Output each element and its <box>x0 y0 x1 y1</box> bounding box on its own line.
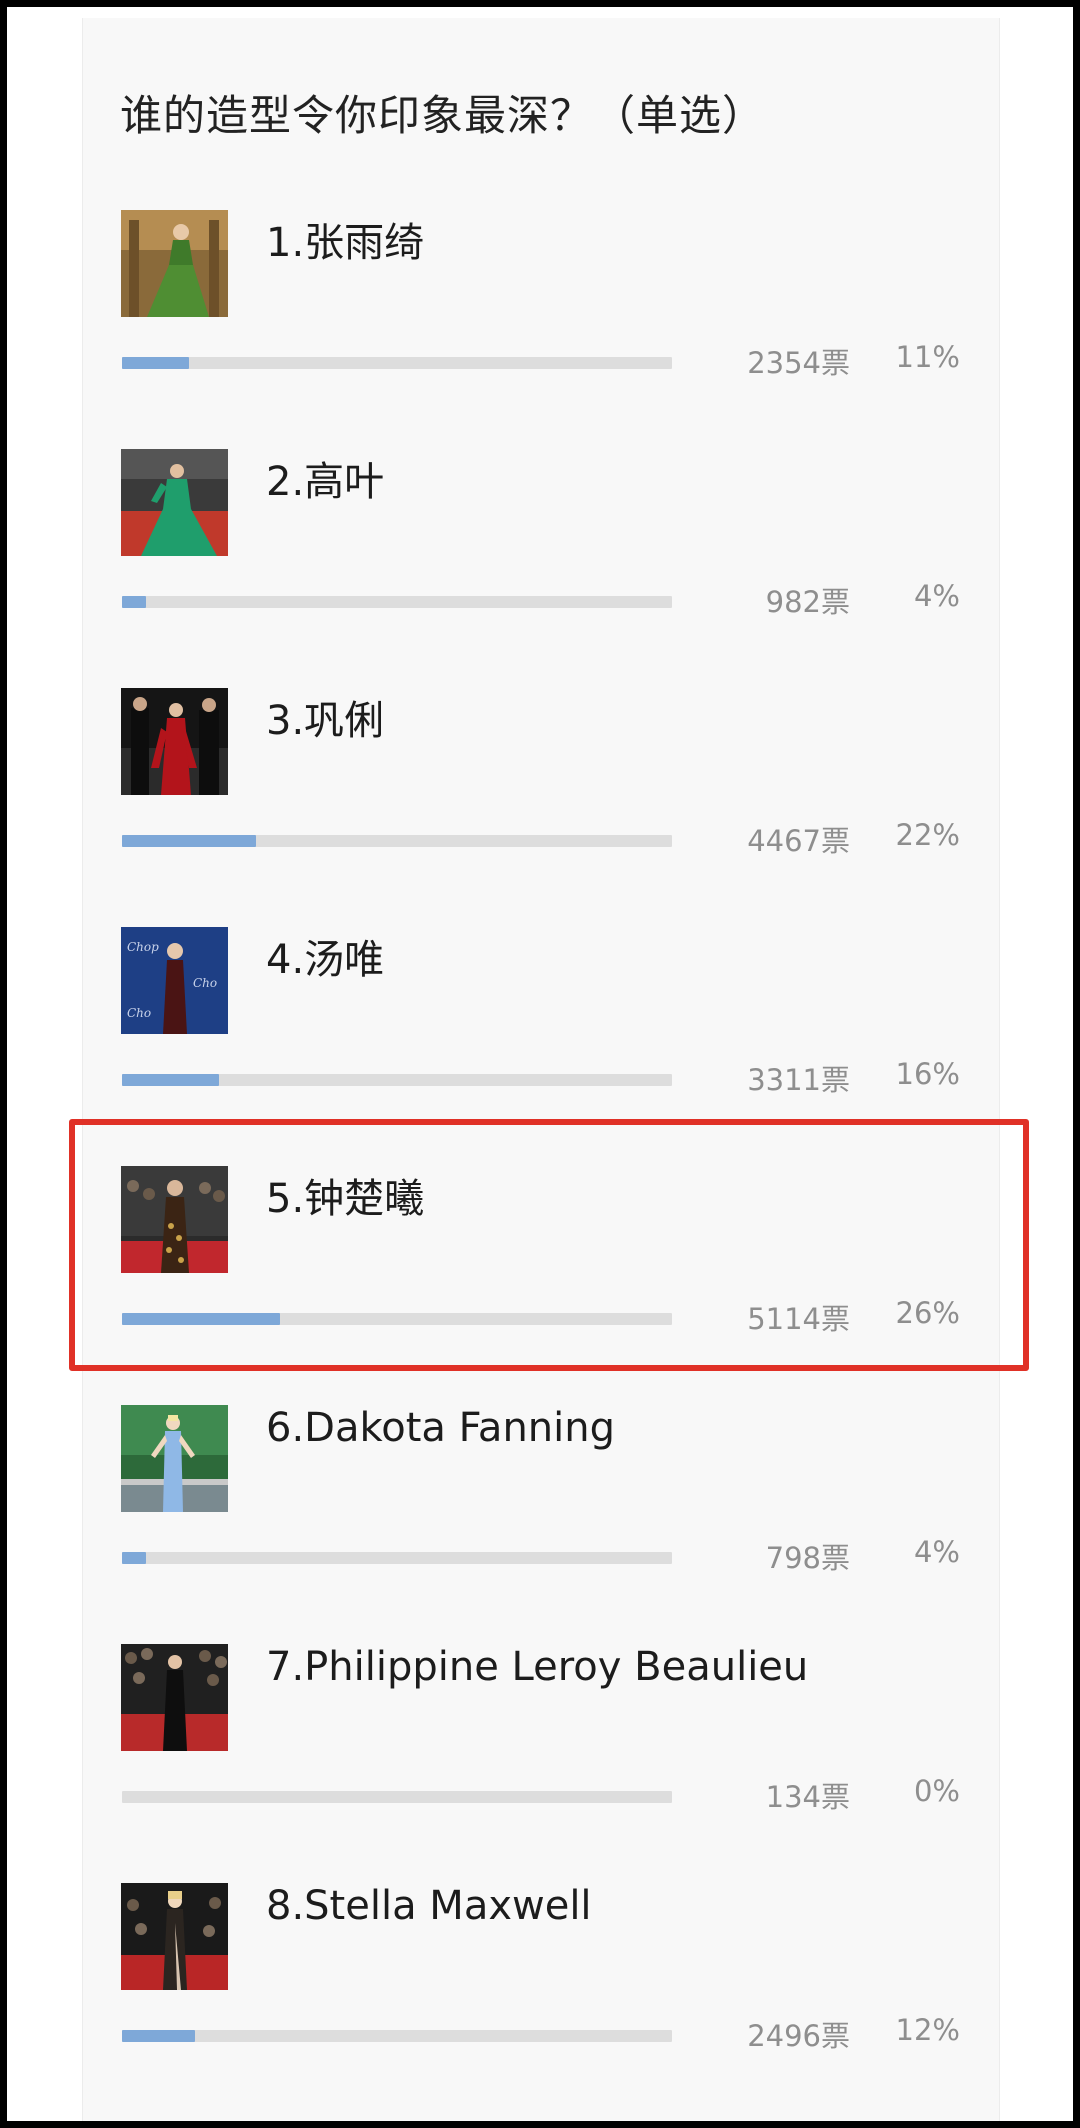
photo-blue-dress-balcony-icon[interactable] <box>121 1405 228 1512</box>
poll-option[interactable]: 8.Stella Maxwell 2496票 12% <box>0 1883 1080 2123</box>
vote-count: 5114票 <box>747 1302 850 1336</box>
vote-percent: 0% <box>913 1774 960 1808</box>
vote-progress-fill <box>122 596 146 608</box>
vote-progress-bar <box>122 1074 672 1086</box>
photo-black-gown-red-carpet-icon[interactable] <box>121 1644 228 1751</box>
vote-percent: 16% <box>895 1057 960 1091</box>
vote-progress-fill <box>122 357 189 369</box>
vote-percent: 12% <box>895 2013 960 2047</box>
option-label: 3.巩俐 <box>266 698 385 744</box>
vote-percent: 4% <box>913 1535 960 1569</box>
vote-count: 982票 <box>765 585 850 619</box>
poll-option[interactable]: 2.高叶 982票 4% <box>0 449 1080 689</box>
vote-progress-fill <box>122 1313 280 1325</box>
vote-progress-bar <box>122 2030 672 2042</box>
vote-percent: 22% <box>895 818 960 852</box>
vote-percent: 26% <box>895 1296 960 1330</box>
photo-dark-gown-blue-backdrop-icon[interactable]: Chop Cho Cho <box>121 927 228 1034</box>
option-label: 7.Philippine Leroy Beaulieu <box>266 1644 809 1690</box>
option-label: 1.张雨绮 <box>266 220 425 266</box>
vote-progress-bar <box>122 835 672 847</box>
vote-count: 3311票 <box>747 1063 850 1097</box>
poll-option[interactable]: Chop Cho Cho 4.汤唯 3311票 16% <box>0 927 1080 1167</box>
svg-text:Cho: Cho <box>127 1006 151 1020</box>
vote-progress-bar <box>122 1552 672 1564</box>
vote-progress-bar <box>122 1313 672 1325</box>
photo-teal-gown-red-carpet-icon[interactable] <box>121 449 228 556</box>
vote-progress-fill <box>122 835 256 847</box>
photo-patterned-gown-red-carpet-icon[interactable] <box>121 1166 228 1273</box>
vote-count: 134票 <box>765 1780 850 1814</box>
photo-green-gown-icon[interactable] <box>121 210 228 317</box>
svg-text:Cho: Cho <box>193 976 217 990</box>
vote-count: 2496票 <box>747 2019 850 2053</box>
vote-percent: 4% <box>913 579 960 613</box>
svg-text:Chop: Chop <box>127 940 159 954</box>
poll-option[interactable]: 3.巩俐 4467票 22% <box>0 688 1080 928</box>
option-label: 2.高叶 <box>266 459 385 505</box>
photo-sheer-gown-red-carpet-icon[interactable] <box>121 1883 228 1990</box>
poll-option[interactable]: 5.钟楚曦 5114票 26% <box>0 1166 1080 1406</box>
vote-progress-bar <box>122 1791 672 1803</box>
vote-progress-fill <box>122 2030 195 2042</box>
option-label: 8.Stella Maxwell <box>266 1883 592 1929</box>
vote-count: 4467票 <box>747 824 850 858</box>
vote-progress-fill <box>122 1552 146 1564</box>
vote-percent: 11% <box>895 340 960 374</box>
poll-option[interactable]: 6.Dakota Fanning 798票 4% <box>0 1405 1080 1645</box>
vote-progress-bar <box>122 357 672 369</box>
poll-title: 谁的造型令你印象最深？（单选） <box>120 91 766 140</box>
vote-count: 2354票 <box>747 346 850 380</box>
option-label: 5.钟楚曦 <box>266 1176 425 1222</box>
option-label: 4.汤唯 <box>266 937 385 983</box>
option-label: 6.Dakota Fanning <box>266 1405 616 1451</box>
vote-progress-bar <box>122 596 672 608</box>
poll-option[interactable]: 1.张雨绮 2354票 11% <box>0 210 1080 450</box>
poll-option[interactable]: 7.Philippine Leroy Beaulieu 134票 0% <box>0 1644 1080 1884</box>
vote-count: 798票 <box>765 1541 850 1575</box>
photo-red-dress-icon[interactable] <box>121 688 228 795</box>
vote-progress-fill <box>122 1074 219 1086</box>
